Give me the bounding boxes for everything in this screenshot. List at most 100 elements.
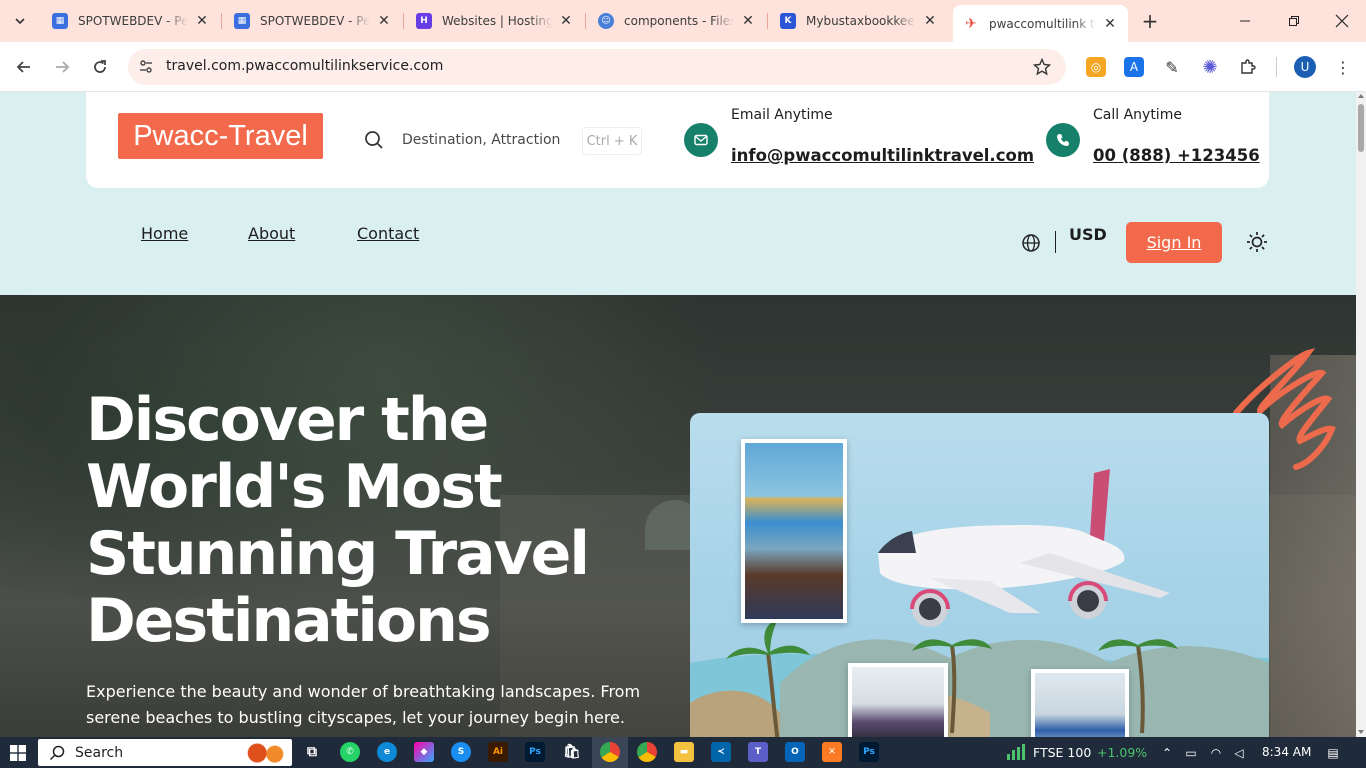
copilot-icon[interactable]: ◆ — [414, 742, 434, 762]
tab-spotwebdev-1[interactable]: ▦ SPOTWEBDEV - Personal ✕ — [42, 5, 220, 37]
plane-red-icon: ✈ — [965, 15, 977, 32]
tab-hostinger[interactable]: H Websites | Hostinger ✕ — [406, 5, 584, 37]
address-bar[interactable]: travel.com.pwaccomultilinkservice.com — [128, 49, 1066, 85]
profile-avatar[interactable]: U — [1294, 56, 1316, 78]
arrow-right-icon — [56, 61, 70, 73]
edge-icon[interactable]: e — [377, 742, 397, 762]
phone-link[interactable]: 00 (888) +123456 — [1093, 146, 1260, 165]
tab-title: SPOTWEBDEV - Personal — [260, 14, 370, 28]
close-icon[interactable]: ✕ — [922, 13, 938, 29]
search-icon[interactable] — [364, 130, 384, 150]
tab-components-files[interactable]: ☺ components - Files - ✕ — [588, 5, 766, 37]
globe-face-icon: ☺ — [598, 13, 614, 29]
close-icon[interactable]: ✕ — [558, 13, 574, 29]
k-logo-icon: K — [780, 13, 796, 29]
squares-blue-icon: ▦ — [234, 13, 250, 29]
minimize-button[interactable] — [1232, 8, 1258, 34]
hero-section: Discover the World's Most Stunning Trave… — [0, 295, 1356, 737]
wifi-icon[interactable]: ◠ — [1208, 745, 1224, 761]
chrome-icon[interactable] — [637, 742, 657, 762]
restore-button[interactable] — [1281, 8, 1307, 34]
hero-description: Experience the beauty and wonder of brea… — [86, 682, 641, 727]
battery-icon[interactable]: ▭ — [1183, 745, 1199, 761]
squares-blue-icon: ▦ — [52, 13, 68, 29]
nav-about[interactable]: About — [248, 224, 295, 243]
divider — [1055, 231, 1056, 253]
puzzle-icon[interactable] — [1238, 57, 1258, 77]
chevron-up-icon[interactable]: ⌃ — [1159, 745, 1175, 761]
close-icon — [1335, 14, 1349, 28]
hostinger-icon: H — [416, 13, 432, 29]
reload-button[interactable] — [86, 53, 114, 81]
tab-spotwebdev-2[interactable]: ▦ SPOTWEBDEV - Personal ✕ — [224, 5, 402, 37]
tab-title: Websites | Hostinger — [442, 14, 552, 28]
clock-time[interactable]: 8:34 AM — [1262, 745, 1311, 759]
bookmark-star-icon[interactable] — [1032, 57, 1052, 77]
taskbar-search-box[interactable]: Search — [38, 739, 292, 766]
speaker-icon[interactable]: ◁ — [1231, 745, 1247, 761]
close-window-button[interactable] — [1329, 8, 1355, 34]
email-link[interactable]: info@pwaccomultilinktravel.com — [731, 146, 1034, 165]
hero-image-card — [690, 413, 1269, 737]
extension-orange-icon[interactable]: ◎ — [1086, 57, 1106, 77]
search-shortcut-badge: Ctrl + K — [582, 127, 642, 155]
illustrator-icon[interactable]: Ai — [488, 742, 508, 762]
outlook-icon[interactable]: O — [785, 742, 805, 762]
task-view-icon[interactable]: ⧉ — [302, 742, 322, 762]
tab-title: pwaccomultilink travel — [989, 16, 1096, 31]
windows-start-icon[interactable] — [10, 745, 26, 761]
site-logo[interactable]: Pwacc-Travel — [118, 113, 323, 159]
close-icon[interactable]: ✕ — [740, 13, 756, 29]
mail-icon — [684, 123, 718, 157]
menu-kebab-icon[interactable]: ⋮ — [1333, 57, 1353, 77]
close-icon[interactable]: ✕ — [1102, 16, 1118, 32]
whatsapp-icon[interactable]: ✆ — [340, 742, 360, 762]
site-info-icon[interactable] — [136, 57, 156, 77]
tab-search-button[interactable] — [8, 9, 32, 33]
extension-translate-icon[interactable]: A — [1124, 57, 1144, 77]
extension-flower-icon[interactable]: ✺ — [1200, 57, 1220, 78]
photo-snow-crowd — [848, 663, 948, 737]
nav-contact[interactable]: Contact — [357, 224, 419, 243]
back-button[interactable] — [10, 53, 38, 81]
sun-icon[interactable] — [1246, 231, 1268, 253]
globe-icon[interactable] — [1021, 233, 1041, 253]
chrome-icon[interactable] — [600, 742, 620, 762]
call-label: Call Anytime — [1093, 107, 1182, 123]
taskbar-search-label: Search — [75, 745, 124, 761]
search-input[interactable]: Destination, Attraction — [402, 132, 560, 148]
eyedropper-icon[interactable]: ✎ — [1162, 57, 1182, 77]
ticker-name[interactable]: FTSE 100 — [1033, 745, 1091, 760]
stock-chart-icon — [1007, 744, 1025, 760]
tab-mybustaxbookkeeping[interactable]: K Mybustaxbookkeeping ✕ — [770, 5, 948, 37]
tab-title: SPOTWEBDEV - Personal — [78, 14, 188, 28]
page-viewport: Pwacc-Travel Destination, Attraction Ctr… — [0, 92, 1356, 737]
vscode-icon[interactable]: ≺ — [711, 742, 731, 762]
url-text[interactable]: travel.com.pwaccomultilinkservice.com — [166, 58, 443, 74]
forward-button[interactable] — [48, 53, 76, 81]
skype-icon[interactable]: S — [451, 742, 471, 762]
file-explorer-icon[interactable]: ▬ — [674, 742, 694, 762]
phone-icon — [1046, 123, 1080, 157]
notification-icon[interactable]: ▤ — [1325, 745, 1341, 761]
currency-selector[interactable]: USD — [1069, 225, 1107, 244]
minimize-icon — [1240, 20, 1250, 22]
xampp-icon[interactable]: ✕ — [822, 742, 842, 762]
photoshop-icon[interactable]: Ps — [525, 742, 545, 762]
scrollbar-thumb[interactable] — [1358, 104, 1364, 152]
photoshop-icon[interactable]: Ps — [859, 742, 879, 762]
ticker-change: +1.09% — [1097, 745, 1148, 760]
site-header: Pwacc-Travel Destination, Attraction Ctr… — [86, 92, 1269, 188]
windows-taskbar: Search ⧉ ✆ e ◆ S Ai Ps 🛍 ▬ ≺ T O ✕ Ps FT… — [0, 737, 1366, 768]
close-icon[interactable]: ✕ — [194, 13, 210, 29]
sign-in-button[interactable]: Sign In — [1126, 222, 1222, 263]
close-icon[interactable]: ✕ — [376, 13, 392, 29]
hero-title: Discover the World's Most Stunning Trave… — [86, 385, 590, 656]
photo-snow-activity — [1031, 669, 1129, 737]
new-tab-button[interactable]: + — [1138, 9, 1162, 33]
teams-icon[interactable]: T — [748, 742, 768, 762]
nav-home[interactable]: Home — [141, 224, 188, 243]
page-scrollbar[interactable] — [1356, 92, 1366, 737]
tab-pwaccomultilink-travel[interactable]: ✈ pwaccomultilink travel ✕ — [953, 5, 1128, 42]
store-icon[interactable]: 🛍 — [562, 742, 582, 762]
